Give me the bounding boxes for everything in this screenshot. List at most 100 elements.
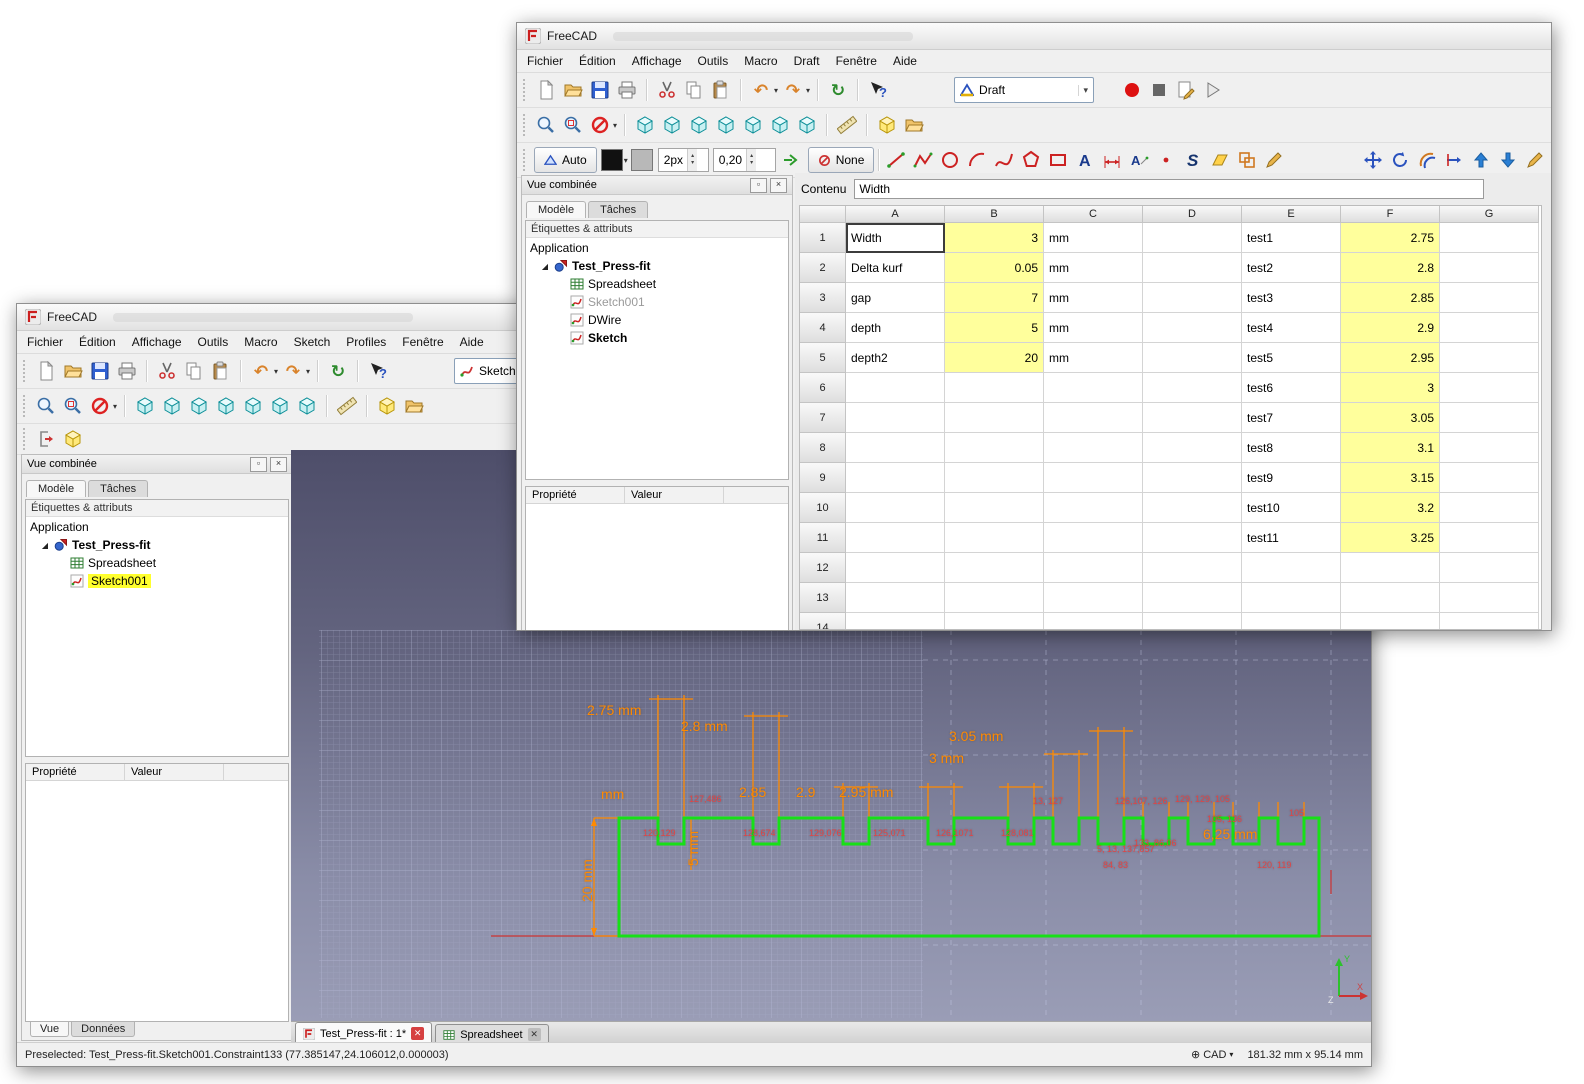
sketch-view-icon[interactable] — [61, 427, 85, 451]
tree-item-sketch001[interactable]: Sketch001 — [26, 572, 288, 590]
undo-dropdown-icon[interactable]: ▾ — [274, 367, 278, 376]
view-left-icon[interactable] — [295, 394, 319, 418]
cell-A7[interactable] — [846, 403, 945, 433]
cell-E13[interactable] — [1242, 583, 1341, 613]
draw-style-icon[interactable] — [588, 113, 612, 137]
toolbar-grip[interactable] — [23, 428, 28, 450]
view-top-icon[interactable] — [187, 394, 211, 418]
draft-construction-button[interactable]: None — [807, 147, 875, 173]
dock-tab-taches[interactable]: Tâches — [588, 201, 649, 218]
toolbar-grip[interactable] — [523, 149, 528, 171]
tree-item-sketch[interactable]: Sketch — [526, 329, 788, 347]
cell-A8[interactable] — [846, 433, 945, 463]
cell-D6[interactable] — [1143, 373, 1242, 403]
cell-C5[interactable]: mm — [1044, 343, 1143, 373]
draft-polyline-icon[interactable] — [911, 148, 935, 172]
cell-F11[interactable]: 3.25 — [1341, 523, 1440, 553]
cell-G6[interactable] — [1440, 373, 1539, 403]
cell-B2[interactable]: 0.05 — [945, 253, 1044, 283]
cell-D9[interactable] — [1143, 463, 1242, 493]
draft-line-icon[interactable] — [884, 148, 908, 172]
file-save-icon[interactable] — [88, 359, 112, 383]
cell-A2[interactable]: Delta kurf — [846, 253, 945, 283]
tree-item-application[interactable]: Application — [26, 518, 288, 536]
cell-F2[interactable]: 2.8 — [1341, 253, 1440, 283]
menu-aide[interactable]: Aide — [885, 51, 925, 71]
row-header-2[interactable]: 2 — [800, 253, 846, 283]
cell-G11[interactable] — [1440, 523, 1539, 553]
cell-B11[interactable] — [945, 523, 1044, 553]
column-header-F[interactable]: F — [1341, 206, 1440, 223]
property-list[interactable] — [26, 781, 288, 1021]
draft-offset-icon[interactable] — [1415, 148, 1439, 172]
cell-G13[interactable] — [1440, 583, 1539, 613]
tree-item-test-press-fit[interactable]: ◢ Test_Press-fit — [26, 536, 288, 554]
cell-C14[interactable] — [1044, 613, 1143, 629]
column-header-E[interactable]: E — [1242, 206, 1341, 223]
redo-dropdown-icon[interactable]: ▾ — [806, 86, 810, 95]
cell-C10[interactable] — [1044, 493, 1143, 523]
menu-outils[interactable]: Outils — [190, 332, 237, 352]
cell-D14[interactable] — [1143, 613, 1242, 629]
row-header-5[interactable]: 5 — [800, 343, 846, 373]
draft-subelement-icon[interactable] — [1523, 148, 1547, 172]
cell-D10[interactable] — [1143, 493, 1242, 523]
file-save-icon[interactable] — [588, 78, 612, 102]
cell-G5[interactable] — [1440, 343, 1539, 373]
measure-icon[interactable] — [835, 113, 859, 137]
dock-close-button[interactable]: × — [770, 177, 787, 193]
cell-C3[interactable]: mm — [1044, 283, 1143, 313]
cell-C7[interactable] — [1044, 403, 1143, 433]
macro-stop-icon[interactable] — [1147, 78, 1171, 102]
tab-close-icon[interactable]: ✕ — [411, 1027, 425, 1040]
draw-style-dropdown-icon[interactable]: ▾ — [113, 402, 117, 411]
draft-plane-icon[interactable] — [375, 394, 399, 418]
cell-G2[interactable] — [1440, 253, 1539, 283]
view-front-icon[interactable] — [160, 394, 184, 418]
titlebar[interactable]: FreeCAD — [517, 23, 1551, 50]
cell-B9[interactable] — [945, 463, 1044, 493]
stepper-arrows-icon[interactable]: ▴ ▾ — [687, 149, 698, 171]
view-bottom-icon[interactable] — [268, 394, 292, 418]
cell-A10[interactable] — [846, 493, 945, 523]
measure-icon[interactable] — [335, 394, 359, 418]
cell-C1[interactable]: mm — [1044, 223, 1143, 253]
row-header-1[interactable]: 1 — [800, 223, 846, 253]
cell-F6[interactable]: 3 — [1341, 373, 1440, 403]
cell-E1[interactable]: test1 — [1242, 223, 1341, 253]
dock-tab-modele[interactable]: Modèle — [26, 480, 87, 497]
cell-G14[interactable] — [1440, 613, 1539, 629]
draft-dimension-icon[interactable] — [1100, 148, 1124, 172]
tree-item-spreadsheet[interactable]: Spreadsheet — [26, 554, 288, 572]
draft-downgrade-icon[interactable] — [1496, 148, 1520, 172]
view-right-icon[interactable] — [214, 394, 238, 418]
menu-fichier[interactable]: Fichier — [19, 332, 71, 352]
cell-C9[interactable] — [1044, 463, 1143, 493]
cell-D2[interactable] — [1143, 253, 1242, 283]
cell-G4[interactable] — [1440, 313, 1539, 343]
row-header-3[interactable]: 3 — [800, 283, 846, 313]
menu-fichier[interactable]: Fichier — [519, 51, 571, 71]
cell-D5[interactable] — [1143, 343, 1242, 373]
column-header-G[interactable]: G — [1440, 206, 1539, 223]
cell-B1[interactable]: 3 — [945, 223, 1044, 253]
property-list[interactable] — [526, 504, 788, 630]
cell-G9[interactable] — [1440, 463, 1539, 493]
cell-E9[interactable]: test9 — [1242, 463, 1341, 493]
cell-E12[interactable] — [1242, 553, 1341, 583]
draft-rectangle-icon[interactable] — [1046, 148, 1070, 172]
cell-G12[interactable] — [1440, 553, 1539, 583]
draft-rotate-icon[interactable] — [1388, 148, 1412, 172]
draft-plane-icon[interactable] — [875, 113, 899, 137]
cell-B13[interactable] — [945, 583, 1044, 613]
cell-A5[interactable]: depth2 — [846, 343, 945, 373]
dock-bottom-tab-donnees[interactable]: Données — [71, 1022, 136, 1037]
cell-D1[interactable] — [1143, 223, 1242, 253]
draft-facebinder-icon[interactable] — [1208, 148, 1232, 172]
cell-C12[interactable] — [1044, 553, 1143, 583]
undo-dropdown-icon[interactable]: ▾ — [774, 86, 778, 95]
tree-item-dwire[interactable]: DWire — [526, 311, 788, 329]
cell-B8[interactable] — [945, 433, 1044, 463]
cell-F8[interactable]: 3.1 — [1341, 433, 1440, 463]
tree-item-sketch001[interactable]: Sketch001 — [526, 293, 788, 311]
